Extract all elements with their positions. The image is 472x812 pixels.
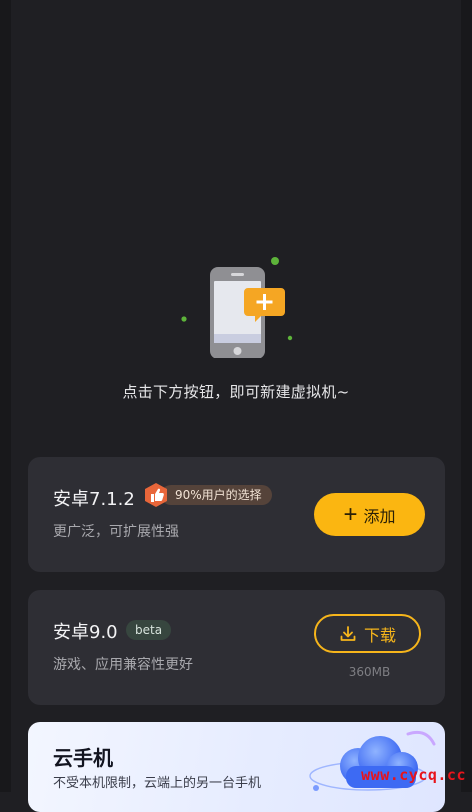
phone-add-icon [181,257,293,358]
android7-desc: 更广泛，可扩展性强 [53,524,179,540]
add-vm-button-label: 添加 [363,508,396,526]
empty-state: 点击下方按钮，即可新建虚拟机~ [0,240,472,410]
empty-hint: 点击下方按钮，即可新建虚拟机~ [122,383,350,401]
download-button[interactable]: 下载 [314,614,421,653]
android9-card[interactable]: 安卓9.0 beta 游戏、应用兼容性更好 下载 360MB [28,590,445,705]
download-icon [340,625,356,641]
android9-title: 安卓9.0 [53,622,118,643]
cloud-phone-subtitle: 不受本机限制，云端上的另一台手机 [53,776,262,791]
cloud-phone-title: 云手机 [53,746,113,770]
plus-icon: + [343,500,358,528]
add-vm-button[interactable]: + 添加 [314,493,425,536]
android7-title: 安卓7.1.2 [53,489,135,510]
download-size: 360MB [348,665,391,679]
download-button-label: 下载 [363,627,396,645]
watermark: www.cycq.cc [361,766,466,784]
thumbs-up-icon [145,483,167,507]
android7-card[interactable]: 安卓7.1.2 90%用户的选择 更广泛，可扩展性强 + 添加 [28,457,445,572]
popularity-badge: 90%用户的选择 [143,483,272,507]
popularity-badge-label: 90%用户的选择 [161,485,272,505]
android9-desc: 游戏、应用兼容性更好 [53,657,193,673]
beta-badge: beta [126,620,172,640]
